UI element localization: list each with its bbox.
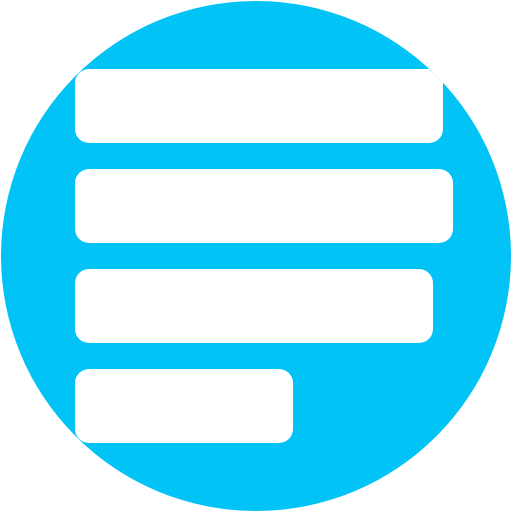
list-line-3 bbox=[75, 269, 433, 343]
list-line-2 bbox=[75, 169, 453, 243]
icon-circle-background bbox=[1, 1, 511, 511]
list-app-icon bbox=[0, 0, 512, 512]
list-line-4 bbox=[75, 369, 293, 443]
list-line-1 bbox=[75, 69, 443, 143]
